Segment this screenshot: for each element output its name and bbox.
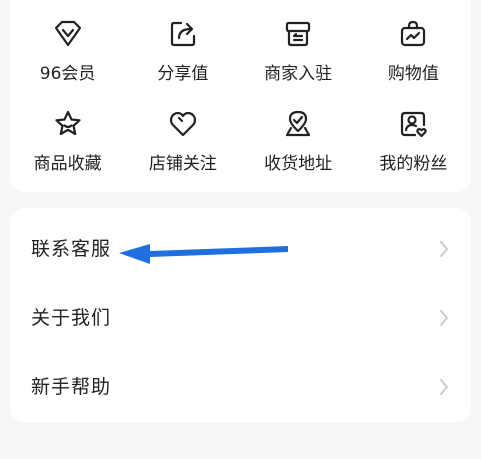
grid-item-followed-stores[interactable]: 店铺关注	[125, 90, 240, 180]
contact-service-item[interactable]: 联系客服	[10, 214, 471, 284]
store-box-icon	[286, 21, 311, 47]
fans-icon	[401, 111, 428, 138]
grid-item-address[interactable]: 收货地址	[241, 90, 356, 180]
grid-item-label: 商家入驻	[264, 64, 333, 84]
newbie-help-item[interactable]: 新手帮助	[10, 352, 471, 422]
list-item-label: 关于我们	[31, 307, 112, 329]
share-icon	[170, 21, 195, 47]
chevron-right-icon	[440, 241, 448, 257]
grid-item-share-value[interactable]: 分享值	[125, 0, 240, 90]
chevron-right-icon	[440, 310, 448, 326]
star-icon	[55, 110, 81, 136]
grid-item-merchant-join[interactable]: 商家入驻	[241, 0, 356, 90]
grid-item-my-fans[interactable]: 我的粉丝	[356, 90, 471, 180]
menu-list-card: 联系客服 关于我们 新手帮助	[10, 208, 471, 422]
grid-item-shopping-value[interactable]: 购物值	[356, 0, 471, 90]
diamond-icon	[54, 20, 81, 47]
shortcut-card: 96会员 分享值 商家入驻 购物值 商品收藏 店铺关注 收货地址 我的粉丝	[10, 0, 471, 192]
grid-item-label: 96会员	[39, 64, 96, 84]
grid-item-favorites[interactable]: 商品收藏	[10, 90, 125, 180]
list-item-label: 联系客服	[31, 238, 112, 260]
grid-item-label: 商品收藏	[33, 154, 102, 174]
grid-item-label: 我的粉丝	[379, 154, 448, 174]
grid-item-label: 购物值	[387, 64, 439, 84]
shortcut-grid: 96会员 分享值 商家入驻 购物值 商品收藏 店铺关注 收货地址 我的粉丝	[10, 0, 471, 180]
about-us-item[interactable]: 关于我们	[10, 283, 471, 353]
grid-item-label: 分享值	[157, 64, 209, 84]
grid-item-label: 店铺关注	[148, 154, 217, 174]
location-icon	[286, 110, 311, 137]
grid-item-label: 收货地址	[264, 154, 333, 174]
heart-icon	[169, 111, 196, 137]
list-item-label: 新手帮助	[31, 376, 112, 398]
shopping-bag-icon	[401, 20, 426, 47]
grid-item-vip[interactable]: 96会员	[10, 0, 125, 90]
chevron-right-icon	[440, 379, 448, 395]
